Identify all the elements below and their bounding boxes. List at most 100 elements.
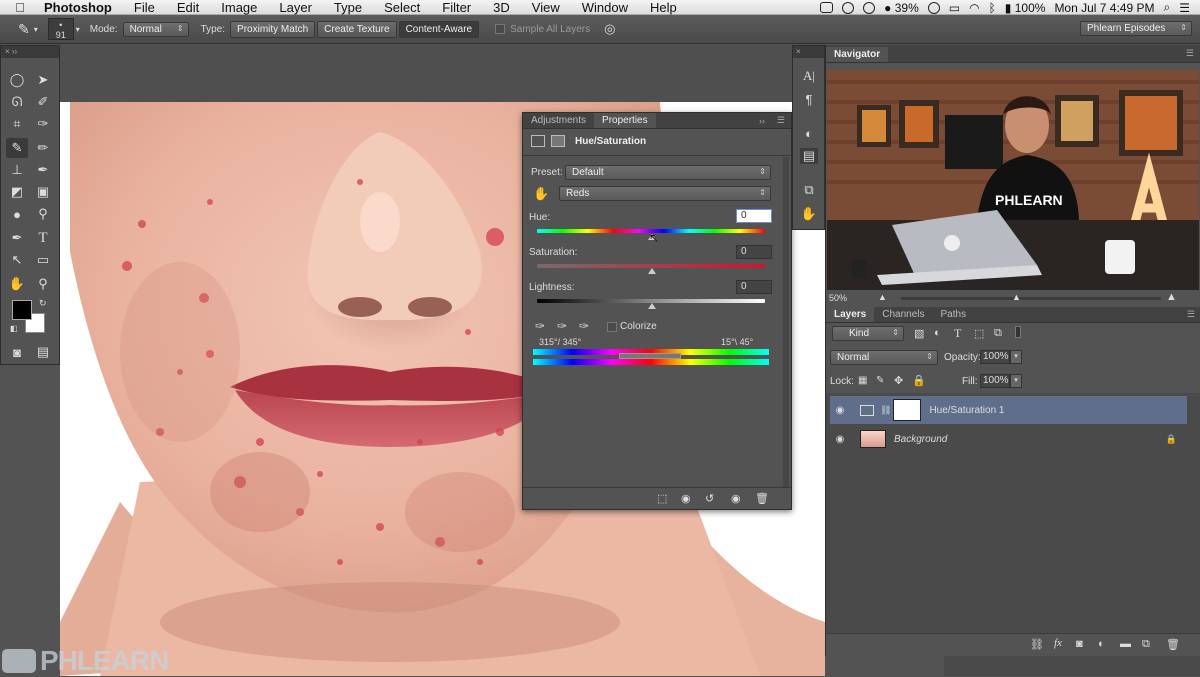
layer-visibility-eye-icon[interactable]: ◉ (830, 434, 850, 445)
eyedropper-minus-icon[interactable]: ✑ (579, 319, 589, 333)
spot-healing-brush-icon[interactable]: ✎ (18, 21, 30, 38)
layer-name[interactable]: Hue/Saturation 1 (929, 405, 1004, 416)
filter-pixel-icon[interactable]: ▧ (914, 327, 924, 340)
lightness-input[interactable]: 0 (736, 280, 772, 294)
clip-to-layer-icon[interactable]: ⬚ (657, 492, 667, 505)
menu-layer[interactable]: Layer (268, 0, 323, 15)
lock-position-icon[interactable]: ✥ (894, 374, 903, 387)
marquee-tool-icon[interactable]: ◯ (6, 70, 28, 90)
hand-tool-icon[interactable]: ✋ (6, 274, 28, 294)
properties-scrollbar[interactable] (783, 157, 789, 487)
menu-app-name[interactable]: Photoshop (40, 0, 123, 15)
history-panel-icon[interactable]: ⧉ (800, 182, 818, 198)
blend-mode-dropdown[interactable]: Normal (830, 350, 938, 365)
navigator-menu-icon[interactable]: ☰ (1186, 48, 1194, 59)
filter-toggle-icon[interactable] (1015, 326, 1021, 338)
menu-help[interactable]: Help (639, 0, 688, 15)
gradient-tool-icon[interactable]: ▣ (32, 182, 54, 202)
fill-arrow-icon[interactable]: ▾ (1010, 374, 1022, 388)
colorize-checkbox[interactable] (607, 322, 617, 332)
navigator-zoom-slider[interactable] (901, 297, 1161, 300)
new-group-icon[interactable]: ▬ (1120, 638, 1131, 650)
new-layer-icon[interactable]: ⧉ (1142, 638, 1150, 651)
history-brush-tool-icon[interactable]: ✒ (32, 160, 54, 180)
tools-panel-header[interactable]: × ›› (1, 46, 59, 58)
clock[interactable]: Mon Jul 7 4:49 PM (1054, 1, 1154, 15)
airplay-icon[interactable]: ▭ (949, 1, 960, 15)
paragraph-panel-icon[interactable]: ¶ (800, 92, 818, 108)
tool-preset-arrow-icon[interactable]: ▾ (34, 25, 38, 34)
layer-visibility-eye-icon[interactable]: ◉ (830, 405, 850, 416)
zoom-tool-icon[interactable]: ⚲ (32, 274, 54, 294)
layer-style-icon[interactable]: fx (1054, 637, 1062, 649)
delete-adjustment-icon[interactable]: 🗑 (755, 492, 769, 505)
link-layers-icon[interactable]: ⛓ (1030, 638, 1044, 651)
filter-shape-icon[interactable]: ⬚ (974, 327, 984, 340)
default-colors-icon[interactable]: ◧ (10, 324, 18, 333)
tool-presets-panel-icon[interactable]: ✋ (800, 206, 818, 222)
pressure-size-icon[interactable]: ◎ (604, 21, 615, 37)
proximity-match-button[interactable]: Proximity Match (230, 20, 316, 38)
layer-row-background[interactable]: ◉ Background 🔒 (830, 425, 1187, 453)
view-previous-state-icon[interactable]: ◉ (681, 492, 691, 505)
move-tool-icon[interactable]: ➤ (32, 70, 54, 90)
sample-all-layers-checkbox[interactable] (495, 24, 506, 34)
navigator-zoom-thumb[interactable]: ▲ (1012, 292, 1021, 302)
apple-menu-icon[interactable]:  (0, 0, 40, 15)
mode-dropdown[interactable]: Normal (122, 21, 189, 37)
tab-paths[interactable]: Paths (933, 307, 975, 322)
menu-file[interactable]: File (123, 0, 166, 15)
crop-tool-icon[interactable]: ⌗ (6, 114, 28, 134)
menu-filter[interactable]: Filter (431, 0, 482, 15)
lock-transparent-icon[interactable]: ▦ (858, 375, 867, 386)
spotlight-icon[interactable]: ⌕ (1164, 0, 1171, 15)
add-mask-icon[interactable]: ◙ (1076, 638, 1083, 650)
saturation-slider-thumb[interactable] (648, 268, 656, 274)
layer-mask-thumbnail[interactable] (893, 399, 922, 421)
layer-thumbnail[interactable] (860, 430, 886, 448)
zoom-out-icon[interactable]: ▲ (878, 292, 887, 302)
workspace-dropdown[interactable]: Phlearn Episodes (1080, 21, 1192, 36)
quick-mask-icon[interactable]: ◙ (6, 342, 28, 362)
screen-mode-icon[interactable]: ▤ (32, 342, 54, 362)
create-texture-button[interactable]: Create Texture (317, 20, 397, 38)
sync-icon[interactable] (842, 1, 855, 14)
adjustments-panel-icon[interactable]: ◐ (800, 126, 818, 142)
layer-link-icon[interactable]: ⛓ (880, 405, 891, 416)
lightness-slider-thumb[interactable] (648, 303, 656, 309)
new-adjustment-icon[interactable]: ◐ (1098, 638, 1105, 650)
layer-filter-dropdown[interactable]: Kind (832, 326, 904, 341)
pen-tool-icon[interactable]: ✒ (6, 228, 28, 248)
zoom-in-icon[interactable]: ▲ (1166, 291, 1177, 303)
lock-image-icon[interactable]: ✎ (876, 375, 884, 386)
brush-size-picker[interactable]: • 91 (47, 18, 74, 40)
menu-edit[interactable]: Edit (166, 0, 210, 15)
menu-type[interactable]: Type (323, 0, 373, 15)
eyedropper-tool-icon[interactable]: ✑ (32, 114, 54, 134)
fill-input[interactable]: 100% (980, 374, 1010, 388)
menu-3d[interactable]: 3D (482, 0, 521, 15)
layers-menu-icon[interactable]: ☰ (1187, 309, 1195, 320)
delete-layer-icon[interactable]: 🗑 (1166, 638, 1180, 651)
layer-name[interactable]: Background (894, 434, 947, 445)
navigator-zoom-value[interactable]: 50% (829, 293, 847, 303)
saturation-input[interactable]: 0 (736, 245, 772, 259)
lasso-tool-icon[interactable]: ᘏ (6, 92, 28, 112)
notification-center-icon[interactable]: ☰ (1179, 1, 1190, 15)
layer-mask-icon[interactable] (551, 135, 565, 147)
brush-picker-arrow-icon[interactable]: ▾ (76, 25, 80, 34)
healing-brush-tool-icon[interactable]: ✎ (6, 138, 28, 158)
eyedropper-icon[interactable]: ✑ (535, 319, 545, 333)
display-icon[interactable] (820, 2, 834, 13)
opacity-arrow-icon[interactable]: ▾ (1010, 350, 1022, 364)
layer-row-hue-saturation[interactable]: ◉ ⛓ Hue/Saturation 1 (830, 396, 1187, 424)
character-panel-icon[interactable]: A| (800, 68, 818, 84)
type-tool-icon[interactable]: T (32, 228, 54, 248)
dock-strip-header[interactable]: × (793, 46, 824, 58)
tab-properties[interactable]: Properties (594, 113, 656, 128)
properties-panel-icon[interactable]: ▤ (800, 148, 818, 164)
swap-colors-icon[interactable]: ↻ (39, 298, 47, 309)
targeted-adjustment-hand-icon[interactable]: ✋ (533, 186, 549, 202)
brush-tool-icon[interactable]: ✏ (32, 138, 54, 158)
content-aware-button[interactable]: Content-Aware (398, 20, 480, 38)
